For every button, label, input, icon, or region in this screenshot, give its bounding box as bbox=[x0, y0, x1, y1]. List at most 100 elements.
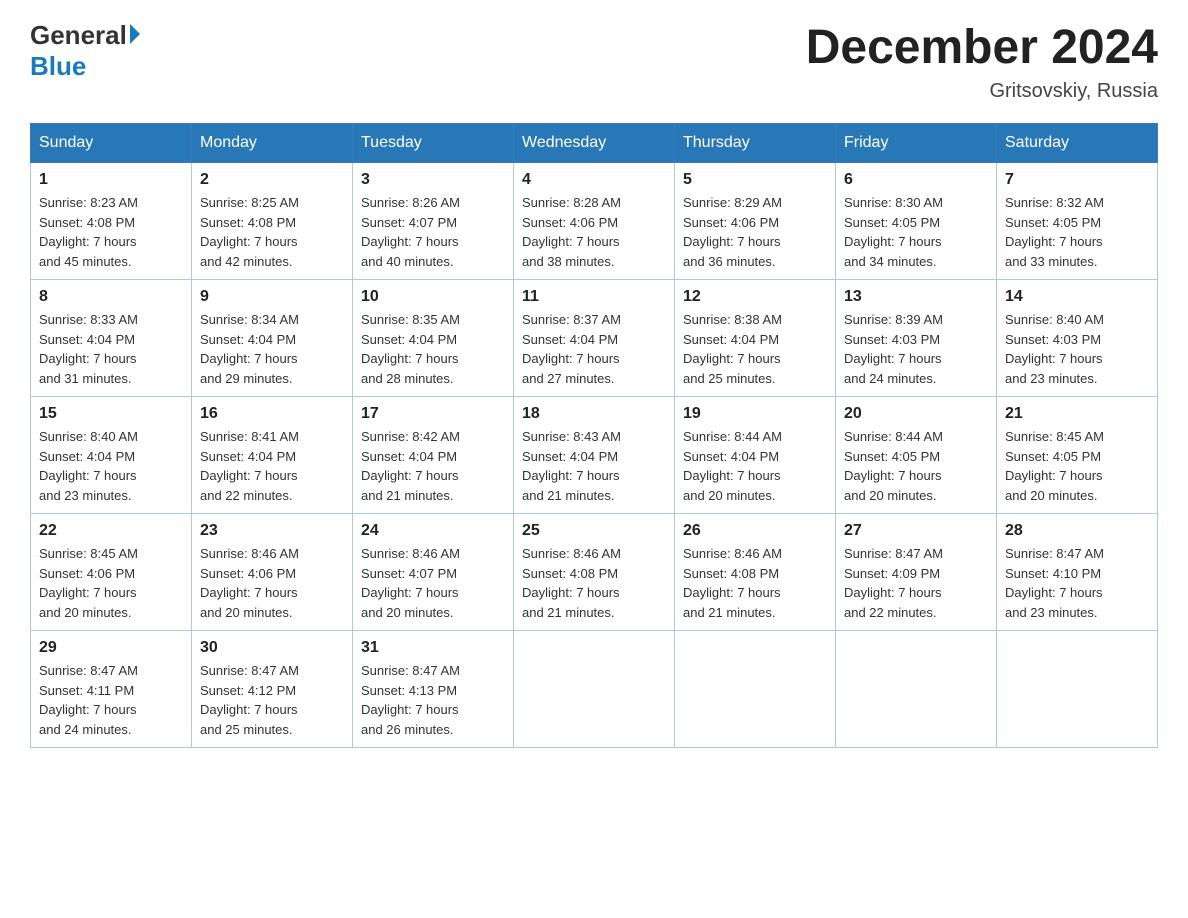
day-number: 17 bbox=[361, 405, 505, 423]
month-title: December 2024 bbox=[806, 20, 1158, 75]
day-info: Sunrise: 8:47 AM Sunset: 4:11 PM Dayligh… bbox=[39, 661, 183, 739]
day-number: 29 bbox=[39, 639, 183, 657]
day-info: Sunrise: 8:34 AM Sunset: 4:04 PM Dayligh… bbox=[200, 310, 344, 388]
logo-general-text: General bbox=[30, 20, 127, 51]
day-number: 23 bbox=[200, 522, 344, 540]
day-number: 19 bbox=[683, 405, 827, 423]
day-info: Sunrise: 8:32 AM Sunset: 4:05 PM Dayligh… bbox=[1005, 193, 1149, 271]
day-info: Sunrise: 8:35 AM Sunset: 4:04 PM Dayligh… bbox=[361, 310, 505, 388]
table-row: 16 Sunrise: 8:41 AM Sunset: 4:04 PM Dayl… bbox=[192, 397, 353, 514]
day-number: 11 bbox=[522, 288, 666, 306]
day-number: 16 bbox=[200, 405, 344, 423]
table-row: 3 Sunrise: 8:26 AM Sunset: 4:07 PM Dayli… bbox=[353, 163, 514, 280]
day-info: Sunrise: 8:29 AM Sunset: 4:06 PM Dayligh… bbox=[683, 193, 827, 271]
table-row: 1 Sunrise: 8:23 AM Sunset: 4:08 PM Dayli… bbox=[31, 163, 192, 280]
day-info: Sunrise: 8:44 AM Sunset: 4:05 PM Dayligh… bbox=[844, 427, 988, 505]
day-number: 14 bbox=[1005, 288, 1149, 306]
calendar-table: Sunday Monday Tuesday Wednesday Thursday… bbox=[30, 123, 1158, 748]
table-row: 29 Sunrise: 8:47 AM Sunset: 4:11 PM Dayl… bbox=[31, 631, 192, 748]
col-saturday: Saturday bbox=[997, 124, 1158, 163]
calendar-week-row: 22 Sunrise: 8:45 AM Sunset: 4:06 PM Dayl… bbox=[31, 514, 1158, 631]
day-number: 8 bbox=[39, 288, 183, 306]
day-info: Sunrise: 8:28 AM Sunset: 4:06 PM Dayligh… bbox=[522, 193, 666, 271]
col-tuesday: Tuesday bbox=[353, 124, 514, 163]
day-info: Sunrise: 8:46 AM Sunset: 4:06 PM Dayligh… bbox=[200, 544, 344, 622]
table-row: 7 Sunrise: 8:32 AM Sunset: 4:05 PM Dayli… bbox=[997, 163, 1158, 280]
day-info: Sunrise: 8:47 AM Sunset: 4:10 PM Dayligh… bbox=[1005, 544, 1149, 622]
day-info: Sunrise: 8:41 AM Sunset: 4:04 PM Dayligh… bbox=[200, 427, 344, 505]
table-row: 11 Sunrise: 8:37 AM Sunset: 4:04 PM Dayl… bbox=[514, 280, 675, 397]
day-info: Sunrise: 8:46 AM Sunset: 4:08 PM Dayligh… bbox=[683, 544, 827, 622]
col-thursday: Thursday bbox=[675, 124, 836, 163]
day-number: 30 bbox=[200, 639, 344, 657]
table-row: 30 Sunrise: 8:47 AM Sunset: 4:12 PM Dayl… bbox=[192, 631, 353, 748]
day-info: Sunrise: 8:47 AM Sunset: 4:13 PM Dayligh… bbox=[361, 661, 505, 739]
title-section: December 2024 Gritsovskiy, Russia bbox=[806, 20, 1158, 103]
table-row: 28 Sunrise: 8:47 AM Sunset: 4:10 PM Dayl… bbox=[997, 514, 1158, 631]
day-info: Sunrise: 8:40 AM Sunset: 4:03 PM Dayligh… bbox=[1005, 310, 1149, 388]
table-row: 23 Sunrise: 8:46 AM Sunset: 4:06 PM Dayl… bbox=[192, 514, 353, 631]
calendar-week-row: 15 Sunrise: 8:40 AM Sunset: 4:04 PM Dayl… bbox=[31, 397, 1158, 514]
day-info: Sunrise: 8:44 AM Sunset: 4:04 PM Dayligh… bbox=[683, 427, 827, 505]
table-row: 9 Sunrise: 8:34 AM Sunset: 4:04 PM Dayli… bbox=[192, 280, 353, 397]
table-row: 14 Sunrise: 8:40 AM Sunset: 4:03 PM Dayl… bbox=[997, 280, 1158, 397]
day-number: 7 bbox=[1005, 171, 1149, 189]
col-friday: Friday bbox=[836, 124, 997, 163]
day-number: 27 bbox=[844, 522, 988, 540]
day-info: Sunrise: 8:23 AM Sunset: 4:08 PM Dayligh… bbox=[39, 193, 183, 271]
table-row: 25 Sunrise: 8:46 AM Sunset: 4:08 PM Dayl… bbox=[514, 514, 675, 631]
table-row: 17 Sunrise: 8:42 AM Sunset: 4:04 PM Dayl… bbox=[353, 397, 514, 514]
day-info: Sunrise: 8:45 AM Sunset: 4:05 PM Dayligh… bbox=[1005, 427, 1149, 505]
day-number: 20 bbox=[844, 405, 988, 423]
day-number: 12 bbox=[683, 288, 827, 306]
day-number: 15 bbox=[39, 405, 183, 423]
table-row: 21 Sunrise: 8:45 AM Sunset: 4:05 PM Dayl… bbox=[997, 397, 1158, 514]
location-subtitle: Gritsovskiy, Russia bbox=[806, 80, 1158, 103]
day-number: 18 bbox=[522, 405, 666, 423]
table-row: 12 Sunrise: 8:38 AM Sunset: 4:04 PM Dayl… bbox=[675, 280, 836, 397]
day-info: Sunrise: 8:47 AM Sunset: 4:09 PM Dayligh… bbox=[844, 544, 988, 622]
day-info: Sunrise: 8:26 AM Sunset: 4:07 PM Dayligh… bbox=[361, 193, 505, 271]
day-number: 22 bbox=[39, 522, 183, 540]
day-info: Sunrise: 8:42 AM Sunset: 4:04 PM Dayligh… bbox=[361, 427, 505, 505]
calendar-week-row: 29 Sunrise: 8:47 AM Sunset: 4:11 PM Dayl… bbox=[31, 631, 1158, 748]
day-info: Sunrise: 8:39 AM Sunset: 4:03 PM Dayligh… bbox=[844, 310, 988, 388]
col-sunday: Sunday bbox=[31, 124, 192, 163]
table-row: 20 Sunrise: 8:44 AM Sunset: 4:05 PM Dayl… bbox=[836, 397, 997, 514]
table-row: 2 Sunrise: 8:25 AM Sunset: 4:08 PM Dayli… bbox=[192, 163, 353, 280]
table-row: 6 Sunrise: 8:30 AM Sunset: 4:05 PM Dayli… bbox=[836, 163, 997, 280]
col-monday: Monday bbox=[192, 124, 353, 163]
day-number: 5 bbox=[683, 171, 827, 189]
calendar-header-row: Sunday Monday Tuesday Wednesday Thursday… bbox=[31, 124, 1158, 163]
table-row: 24 Sunrise: 8:46 AM Sunset: 4:07 PM Dayl… bbox=[353, 514, 514, 631]
table-row: 13 Sunrise: 8:39 AM Sunset: 4:03 PM Dayl… bbox=[836, 280, 997, 397]
day-number: 24 bbox=[361, 522, 505, 540]
logo: General Blue bbox=[30, 20, 140, 82]
day-number: 6 bbox=[844, 171, 988, 189]
table-row: 15 Sunrise: 8:40 AM Sunset: 4:04 PM Dayl… bbox=[31, 397, 192, 514]
day-info: Sunrise: 8:33 AM Sunset: 4:04 PM Dayligh… bbox=[39, 310, 183, 388]
table-row: 18 Sunrise: 8:43 AM Sunset: 4:04 PM Dayl… bbox=[514, 397, 675, 514]
day-number: 4 bbox=[522, 171, 666, 189]
day-info: Sunrise: 8:30 AM Sunset: 4:05 PM Dayligh… bbox=[844, 193, 988, 271]
logo-blue-part bbox=[127, 28, 140, 44]
table-row: 19 Sunrise: 8:44 AM Sunset: 4:04 PM Dayl… bbox=[675, 397, 836, 514]
day-number: 9 bbox=[200, 288, 344, 306]
day-number: 25 bbox=[522, 522, 666, 540]
day-number: 28 bbox=[1005, 522, 1149, 540]
day-number: 31 bbox=[361, 639, 505, 657]
day-number: 26 bbox=[683, 522, 827, 540]
day-number: 3 bbox=[361, 171, 505, 189]
table-row: 4 Sunrise: 8:28 AM Sunset: 4:06 PM Dayli… bbox=[514, 163, 675, 280]
day-info: Sunrise: 8:43 AM Sunset: 4:04 PM Dayligh… bbox=[522, 427, 666, 505]
calendar-week-row: 1 Sunrise: 8:23 AM Sunset: 4:08 PM Dayli… bbox=[31, 163, 1158, 280]
table-row: 26 Sunrise: 8:46 AM Sunset: 4:08 PM Dayl… bbox=[675, 514, 836, 631]
day-info: Sunrise: 8:25 AM Sunset: 4:08 PM Dayligh… bbox=[200, 193, 344, 271]
page-header: General Blue December 2024 Gritsovskiy, … bbox=[30, 20, 1158, 103]
table-row bbox=[997, 631, 1158, 748]
table-row: 5 Sunrise: 8:29 AM Sunset: 4:06 PM Dayli… bbox=[675, 163, 836, 280]
calendar-week-row: 8 Sunrise: 8:33 AM Sunset: 4:04 PM Dayli… bbox=[31, 280, 1158, 397]
table-row: 8 Sunrise: 8:33 AM Sunset: 4:04 PM Dayli… bbox=[31, 280, 192, 397]
logo-blue-text: Blue bbox=[30, 51, 86, 82]
table-row bbox=[514, 631, 675, 748]
